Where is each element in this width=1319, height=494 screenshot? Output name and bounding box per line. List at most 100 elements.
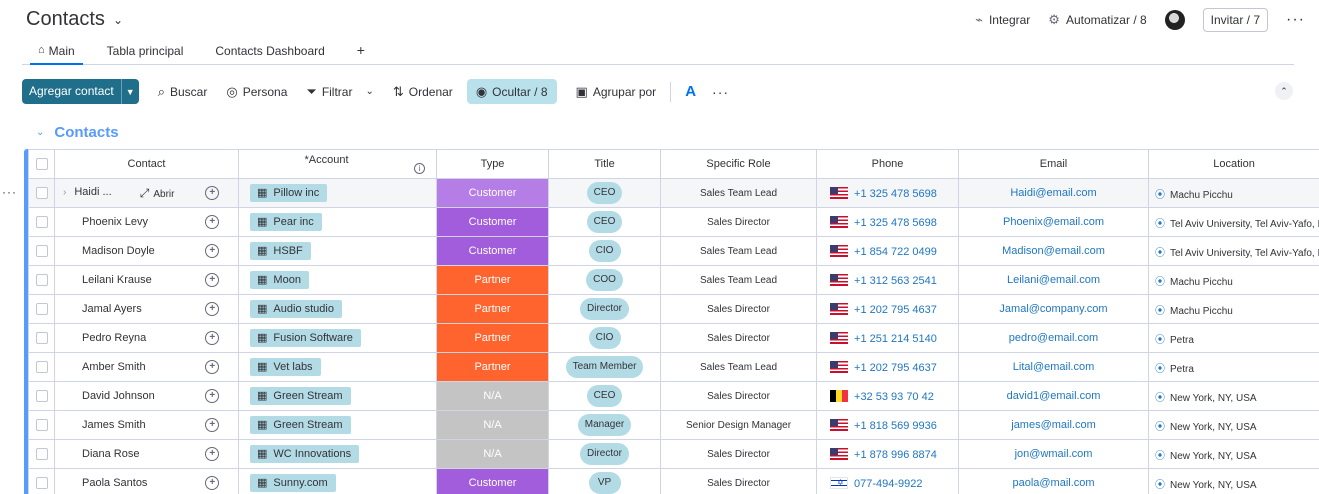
role-cell[interactable]: Sales Director xyxy=(660,207,818,237)
account-chip[interactable]: ▦ WC Innovations xyxy=(250,445,360,463)
group-header[interactable]: ⌄ Contacts xyxy=(36,124,119,141)
phone-cell[interactable]: +1 325 478 5698 xyxy=(816,207,960,237)
add-update-icon[interactable]: + xyxy=(205,331,220,345)
ai-assistant-icon[interactable]: A xyxy=(685,83,696,100)
open-item-button[interactable]: ⤢ Abrir xyxy=(140,186,175,201)
role-cell[interactable]: Sales Team Lead xyxy=(660,265,818,295)
account-chip[interactable]: ▦ Pillow inc xyxy=(250,184,328,202)
contact-name-cell[interactable]: Amber Smith xyxy=(54,352,187,382)
title-cell[interactable]: CEO xyxy=(548,178,662,208)
add-contact-button[interactable]: Agregar contact ▼ xyxy=(22,79,139,104)
phone-cell[interactable]: +1 251 214 5140 xyxy=(816,323,960,353)
row-select-cell[interactable] xyxy=(28,352,55,382)
add-update-icon[interactable]: + xyxy=(205,447,220,461)
type-status-cell[interactable]: N/A xyxy=(436,439,550,469)
column-header-phone[interactable]: Phone xyxy=(816,149,960,179)
select-all-checkbox[interactable] xyxy=(35,158,48,171)
person-filter-button[interactable]: ◎ Persona xyxy=(226,79,287,104)
row-checkbox[interactable] xyxy=(35,361,48,374)
add-update-icon[interactable]: + xyxy=(205,476,220,490)
row-checkbox[interactable] xyxy=(35,216,48,229)
email-cell[interactable]: Leilani@email.com xyxy=(958,265,1150,295)
phone-cell[interactable]: +1 818 569 9936 xyxy=(816,410,960,440)
updates-cell[interactable]: + xyxy=(186,468,240,494)
email-cell[interactable]: jon@wmail.com xyxy=(958,439,1150,469)
table-row[interactable]: Phoenix Levy + ▦ Pear inc Customer CEO Sales D… xyxy=(28,207,1319,237)
info-icon[interactable]: i xyxy=(414,163,426,174)
contact-name-cell[interactable]: Leilani Krause xyxy=(54,265,187,295)
title-cell[interactable]: Director xyxy=(548,294,662,324)
chevron-down-icon[interactable]: ⌄ xyxy=(36,127,44,138)
title-cell[interactable]: CEO xyxy=(548,207,662,237)
column-header-contact[interactable]: Contact xyxy=(53,149,240,179)
account-cell[interactable]: ▦ HSBF xyxy=(238,236,438,266)
column-header-location[interactable]: Location xyxy=(1148,149,1319,179)
updates-cell[interactable]: + xyxy=(186,352,240,382)
row-select-cell[interactable] xyxy=(28,265,55,295)
add-update-icon[interactable]: + xyxy=(205,215,220,229)
account-cell[interactable]: ▦ Audio studio xyxy=(238,294,438,324)
collapse-toolbar-icon[interactable]: ⌃ xyxy=(1275,82,1293,100)
type-status-cell[interactable]: Customer xyxy=(436,236,550,266)
row-select-cell[interactable] xyxy=(28,236,55,266)
account-chip[interactable]: ▦ Vet labs xyxy=(250,358,321,376)
row-select-cell[interactable] xyxy=(28,178,55,208)
role-cell[interactable]: Sales Team Lead xyxy=(660,236,818,266)
row-checkbox[interactable] xyxy=(35,274,48,287)
row-checkbox[interactable] xyxy=(35,477,48,490)
role-cell[interactable]: Sales Director xyxy=(660,439,818,469)
contact-name-cell[interactable]: David Johnson xyxy=(54,381,187,411)
updates-cell[interactable]: + xyxy=(186,410,240,440)
column-header-title[interactable]: Title xyxy=(548,149,662,179)
type-status-cell[interactable]: Partner xyxy=(436,352,550,382)
tab-main[interactable]: ⌂ Main xyxy=(22,40,91,65)
row-checkbox[interactable] xyxy=(35,332,48,345)
updates-cell[interactable]: + xyxy=(186,294,240,324)
account-chip[interactable]: ▦ Audio studio xyxy=(250,300,342,318)
phone-cell[interactable]: +1 878 996 8874 xyxy=(816,439,960,469)
type-status-cell[interactable]: Customer xyxy=(436,468,550,494)
filter-button[interactable]: ⏷ Filtrar ⌄ xyxy=(306,79,373,104)
row-checkbox[interactable] xyxy=(35,303,48,316)
row-checkbox[interactable] xyxy=(35,245,48,258)
email-cell[interactable]: pedro@email.com xyxy=(958,323,1150,353)
role-cell[interactable]: Sales Director xyxy=(660,381,818,411)
row-checkbox[interactable] xyxy=(35,187,48,200)
account-cell[interactable]: ▦ Green Stream xyxy=(238,381,438,411)
row-checkbox[interactable] xyxy=(35,419,48,432)
table-row[interactable]: David Johnson + ▦ Green Stream N/A CEO Sales D… xyxy=(28,381,1319,411)
email-cell[interactable]: Phoenix@email.com xyxy=(958,207,1150,237)
location-cell[interactable]: ⦿ Machu Picchu xyxy=(1148,178,1319,208)
account-cell[interactable]: ▦ WC Innovations xyxy=(238,439,438,469)
location-cell[interactable]: ⦿ Machu Picchu xyxy=(1148,294,1319,324)
type-status-cell[interactable]: Partner xyxy=(436,323,550,353)
title-cell[interactable]: VP xyxy=(548,468,662,494)
email-cell[interactable]: Jamal@company.com xyxy=(958,294,1150,324)
row-select-cell[interactable] xyxy=(28,323,55,353)
add-update-icon[interactable]: + xyxy=(205,389,220,403)
row-select-cell[interactable] xyxy=(28,207,55,237)
chevron-right-icon[interactable]: › xyxy=(63,187,66,198)
tab-tabla-principal[interactable]: Tabla principal xyxy=(91,40,200,64)
chevron-down-icon[interactable]: ▼ xyxy=(120,79,139,104)
email-cell[interactable]: james@mail.com xyxy=(958,410,1150,440)
contact-name-cell[interactable]: Phoenix Levy xyxy=(54,207,187,237)
contact-name-cell[interactable]: Pedro Reyna xyxy=(54,323,187,353)
phone-cell[interactable]: +1 202 795 4637 xyxy=(816,294,960,324)
type-status-cell[interactable]: Customer xyxy=(436,207,550,237)
row-select-cell[interactable] xyxy=(28,468,55,494)
type-status-cell[interactable]: Partner xyxy=(436,294,550,324)
email-cell[interactable]: david1@email.com xyxy=(958,381,1150,411)
contact-name-cell[interactable]: Jamal Ayers xyxy=(54,294,187,324)
row-more-options-icon[interactable]: ··· xyxy=(2,185,17,199)
invite-button[interactable]: Invitar / 7 xyxy=(1202,8,1269,32)
table-row[interactable]: Leilani Krause + ▦ Moon Partner COO Sales Team… xyxy=(28,265,1319,295)
hide-columns-button[interactable]: ◉ Ocultar / 8 xyxy=(466,79,557,104)
account-chip[interactable]: ▦ HSBF xyxy=(250,242,311,260)
location-cell[interactable]: ⦿ Petra xyxy=(1148,352,1319,382)
email-cell[interactable]: Haidi@email.com xyxy=(958,178,1150,208)
add-view-button[interactable]: + xyxy=(341,40,381,64)
automate-button[interactable]: ⚙ Automatizar / 8 xyxy=(1048,12,1146,28)
sort-button[interactable]: ⇅ Ordenar xyxy=(393,79,453,104)
row-checkbox[interactable] xyxy=(35,448,48,461)
